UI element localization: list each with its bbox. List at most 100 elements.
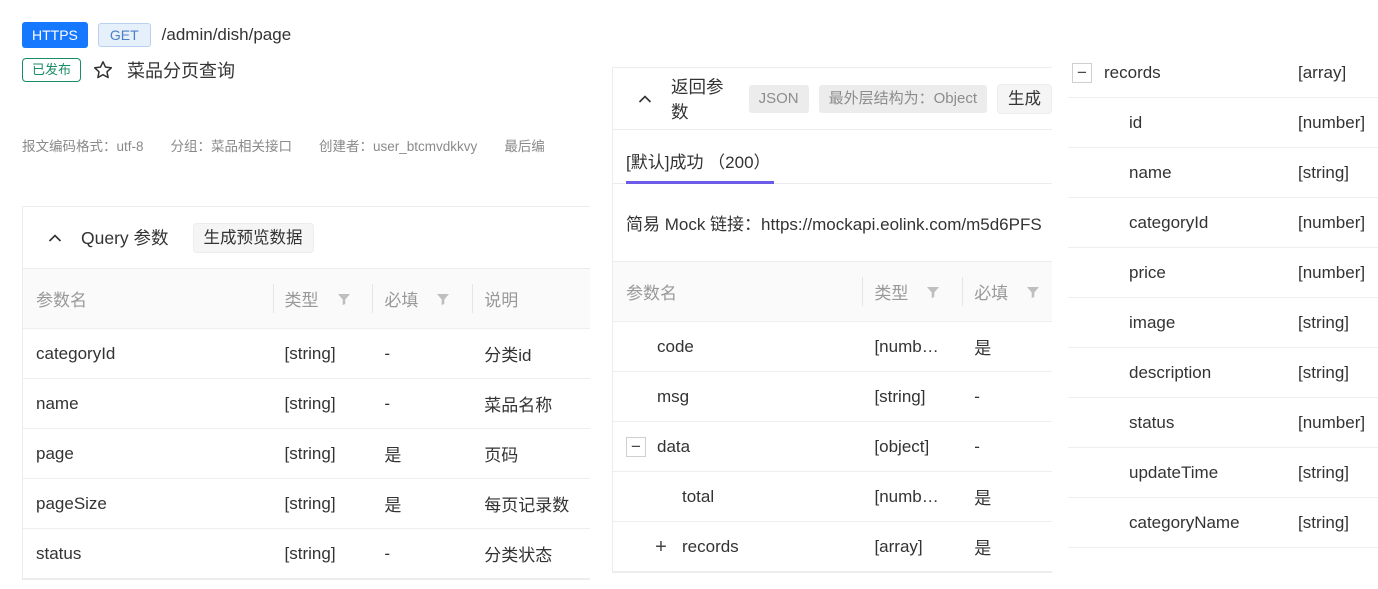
field-type: [number] (1298, 412, 1366, 432)
list-item: description [string] (1068, 348, 1378, 398)
field-name: msg (657, 386, 690, 406)
collapse-icon[interactable]: − (626, 436, 646, 457)
param-required: - (384, 393, 391, 413)
table-row: msg [string] - (613, 372, 1052, 422)
param-required: 是 (384, 446, 402, 465)
field-type: [string] (1298, 162, 1350, 182)
param-desc: 每页记录数 (484, 496, 570, 515)
field-name: status (1129, 412, 1175, 432)
expand-icon[interactable]: + (651, 537, 671, 557)
generate-preview-button[interactable]: 生成预览数据 (192, 222, 314, 253)
mock-link[interactable]: 简易 Mock 链接：https://mockapi.eolink.com/m5… (613, 184, 1052, 262)
field-type: [array] (1298, 62, 1347, 82)
list-item: updateTime [string] (1068, 448, 1378, 498)
column-header-required: 必填 (372, 269, 472, 328)
table-row: − data [object] - (613, 422, 1052, 472)
field-type: [numb… (874, 486, 939, 506)
table-row: page [string] 是 页码 (23, 429, 590, 479)
field-required: - (974, 436, 980, 456)
field-name: image (1129, 312, 1176, 332)
param-desc: 页码 (484, 446, 519, 465)
api-path: /admin/dish/page (161, 25, 292, 44)
column-header-name: 参数名 (36, 291, 87, 310)
meta-group: 分组：菜品相关接口 (170, 139, 293, 154)
param-type: [string] (284, 393, 336, 413)
table-row: + records [array] 是 (613, 522, 1052, 572)
meta-encoding: 报文编码格式：utf-8 (22, 139, 144, 154)
field-type: [object] (874, 436, 930, 456)
param-required: - (384, 543, 391, 563)
param-type: [string] (284, 443, 336, 463)
table-row: code [numb… 是 (613, 322, 1052, 372)
param-type: [string] (284, 343, 336, 363)
collapse-icon[interactable]: − (1072, 62, 1092, 83)
param-type: [string] (284, 543, 336, 563)
field-required: 是 (974, 339, 992, 358)
field-name: categoryId (1129, 212, 1209, 232)
api-header: HTTPS GET /admin/dish/page (22, 22, 291, 48)
param-name: page (36, 443, 74, 463)
list-item: image [string] (1068, 298, 1378, 348)
column-header-type: 类型 (272, 269, 373, 328)
param-name: categoryId (36, 343, 116, 363)
list-item: categoryId [number] (1068, 198, 1378, 248)
response-panel-title: 返回参数 (671, 76, 724, 122)
table-row: categoryId [string] - 分类id (23, 329, 590, 379)
column-header-desc: 说明 (472, 269, 590, 328)
field-type: [number] (1298, 262, 1366, 282)
field-name: − data (613, 436, 862, 457)
field-required: - (974, 386, 980, 406)
field-name: code (657, 336, 694, 356)
generate-button[interactable]: 生成 (997, 83, 1052, 114)
field-type: [number] (1298, 212, 1366, 232)
list-item: name [string] (1068, 148, 1378, 198)
table-row: total [numb… 是 (613, 472, 1052, 522)
meta-row: 报文编码格式：utf-8 分组：菜品相关接口 创建者：user_btcmvdkk… (22, 135, 572, 155)
meta-last-edit: 最后编 (504, 139, 545, 154)
tab-success-200[interactable]: [默认]成功 （200） (626, 130, 771, 184)
field-required: 是 (974, 489, 992, 508)
query-panel-header: Query 参数 生成预览数据 (23, 207, 590, 269)
list-item: id [number] (1068, 98, 1378, 148)
param-required: - (384, 343, 391, 363)
list-item: categoryName [string] (1068, 498, 1378, 548)
filter-icon[interactable] (436, 292, 450, 306)
meta-creator: 创建者：user_btcmvdkkvy (319, 139, 478, 154)
query-table-header: 参数名 类型 必填 说明 (23, 269, 590, 329)
response-params-panel: 返回参数 JSON 最外层结构为：Object 生成 [默认]成功 （200） … (612, 67, 1052, 573)
field-type: [array] (874, 536, 923, 556)
field-name: updateTime (1129, 462, 1219, 482)
field-name: categoryName (1129, 512, 1240, 532)
list-item: price [number] (1068, 248, 1378, 298)
api-name: 菜品分页查询 (127, 61, 236, 81)
api-title-row: 已发布 菜品分页查询 (22, 57, 235, 83)
param-desc: 分类id (484, 346, 532, 365)
chevron-up-icon[interactable] (637, 91, 653, 107)
field-required: 是 (974, 539, 992, 558)
response-tabs: [默认]成功 （200） (613, 130, 1052, 184)
format-tag: JSON (748, 84, 809, 113)
field-type: [string] (1298, 462, 1350, 482)
field-type: [numb… (874, 336, 939, 356)
response-table-header: 参数名 类型 必填 (613, 262, 1052, 322)
star-icon[interactable] (93, 60, 113, 80)
field-name: description (1129, 362, 1212, 382)
query-panel-title: Query 参数 (81, 228, 169, 248)
column-header-type: 类型 (862, 262, 962, 321)
records-parent-row: − records [array] (1068, 48, 1378, 98)
field-name: total (682, 486, 715, 506)
filter-icon[interactable] (337, 292, 351, 306)
protocol-tag: HTTPS (22, 22, 88, 48)
param-name: name (36, 393, 79, 413)
query-params-panel: Query 参数 生成预览数据 参数名 类型 必填 说明 categoryId … (22, 206, 590, 580)
param-type: [string] (284, 493, 336, 513)
filter-icon[interactable] (1026, 285, 1040, 299)
column-header-required: 必填 (962, 262, 1052, 321)
table-row: status [string] - 分类状态 (23, 529, 590, 579)
filter-icon[interactable] (926, 285, 940, 299)
field-name: + records (613, 537, 862, 557)
field-type: [string] (1298, 362, 1350, 382)
field-name: − records (1068, 62, 1298, 83)
chevron-up-icon[interactable] (47, 230, 63, 246)
table-row: name [string] - 菜品名称 (23, 379, 590, 429)
